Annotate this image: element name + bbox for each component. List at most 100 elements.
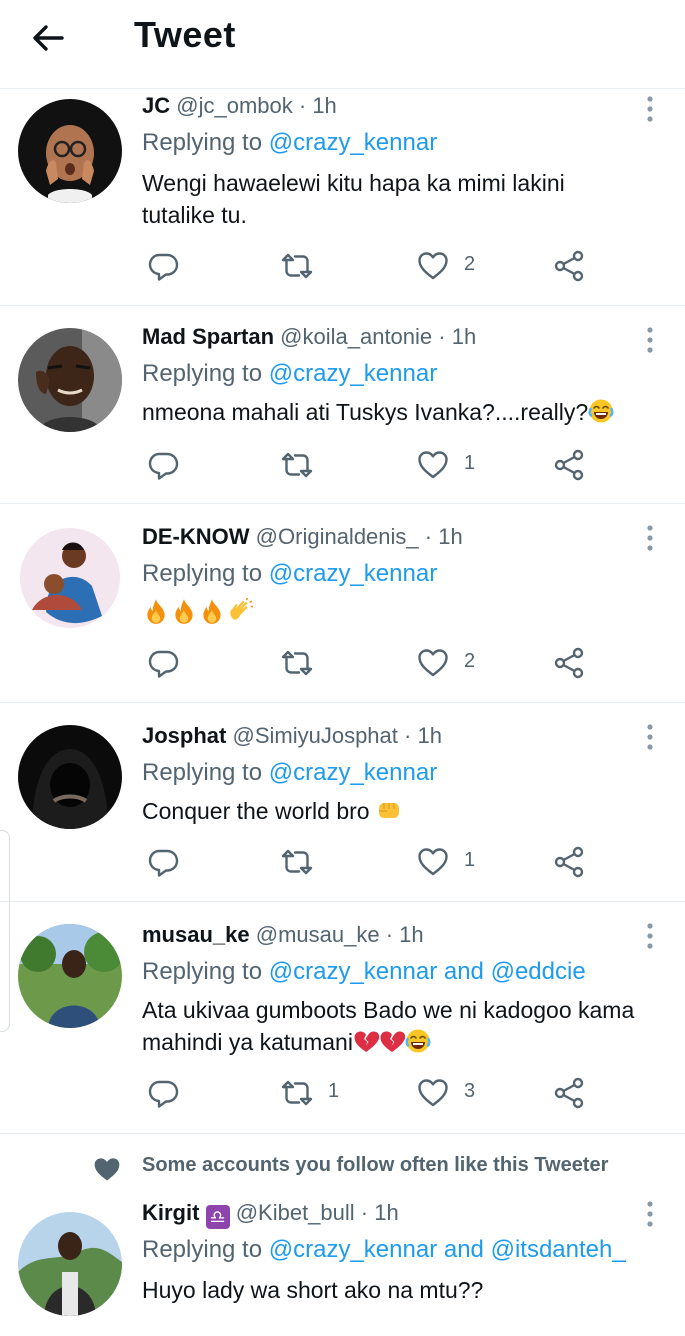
retweet-button[interactable] bbox=[280, 845, 360, 879]
mention-link[interactable]: @crazy_kennar bbox=[269, 958, 437, 985]
reply-tweet[interactable]: Mad Spartan @koila_antonie · 1h Replying… bbox=[0, 306, 685, 504]
mention-link[interactable]: @eddcie bbox=[491, 958, 586, 985]
mention-link[interactable]: @itsdanteh_ bbox=[491, 1236, 626, 1263]
broken-heart-emoji-icon bbox=[379, 1028, 405, 1054]
broken-heart-emoji-icon bbox=[353, 1028, 379, 1054]
tweet-text-line-2: mahindi ya katumani bbox=[142, 1026, 672, 1058]
tweet-text bbox=[142, 598, 662, 630]
more-vertical-icon bbox=[640, 1200, 660, 1228]
reply-icon bbox=[146, 448, 180, 482]
replying-to-line: Replying to @crazy_kennar bbox=[142, 560, 437, 588]
tweet-text-line: Ata ukivaa gumboots Bado we ni kadogoo k… bbox=[142, 997, 635, 1023]
more-options-button[interactable] bbox=[640, 723, 660, 751]
more-options-button[interactable] bbox=[640, 922, 660, 950]
like-button[interactable]: 1 bbox=[416, 845, 496, 879]
reply-button[interactable] bbox=[146, 646, 180, 680]
mention-link[interactable]: @crazy_kennar bbox=[269, 360, 437, 387]
display-name[interactable]: DE-KNOW bbox=[142, 524, 250, 549]
more-options-button[interactable] bbox=[640, 1200, 660, 1228]
fist-emoji-icon bbox=[376, 797, 402, 823]
tweet-text-content: nmeona mahali ati Tuskys Ivanka?....real… bbox=[142, 399, 589, 425]
like-button[interactable]: 3 bbox=[416, 1076, 496, 1110]
like-count: 2 bbox=[464, 253, 476, 275]
page-title: Tweet bbox=[134, 14, 236, 55]
share-icon bbox=[552, 1076, 586, 1110]
back-button[interactable] bbox=[28, 18, 72, 58]
tweet-text-line: mahindi ya katumani bbox=[142, 1029, 353, 1055]
reply-icon bbox=[146, 1076, 180, 1110]
display-name[interactable]: Josphat bbox=[142, 723, 226, 748]
like-count: 1 bbox=[464, 452, 476, 474]
mention-link[interactable]: @crazy_kennar bbox=[269, 129, 437, 156]
share-button[interactable] bbox=[552, 845, 586, 879]
mention-link[interactable]: @crazy_kennar bbox=[269, 1236, 437, 1263]
replying-to-label: Replying to bbox=[142, 129, 263, 156]
more-vertical-icon bbox=[640, 524, 660, 552]
more-vertical-icon bbox=[640, 922, 660, 950]
like-button[interactable]: 1 bbox=[416, 448, 496, 482]
timestamp: · 1h bbox=[360, 1200, 399, 1225]
side-panel-edge[interactable] bbox=[0, 830, 10, 1032]
mention-conjunction: and bbox=[443, 1236, 484, 1263]
more-options-button[interactable] bbox=[640, 326, 660, 354]
like-icon bbox=[416, 646, 450, 680]
more-vertical-icon bbox=[640, 326, 660, 354]
avatar[interactable] bbox=[18, 328, 122, 432]
replying-to-line: Replying to @crazy_kennar bbox=[142, 360, 437, 388]
fire-emoji-icon bbox=[142, 598, 170, 626]
avatar[interactable] bbox=[18, 526, 122, 630]
like-count: 1 bbox=[464, 849, 476, 871]
more-options-button[interactable] bbox=[640, 95, 660, 123]
top-app-bar: Tweet bbox=[0, 0, 685, 89]
share-button[interactable] bbox=[552, 249, 586, 283]
timestamp: · 1h bbox=[385, 922, 424, 947]
share-button[interactable] bbox=[552, 1076, 586, 1110]
more-vertical-icon bbox=[640, 95, 660, 123]
retweet-icon bbox=[280, 1076, 314, 1110]
mention-link[interactable]: @crazy_kennar bbox=[269, 560, 437, 587]
display-name[interactable]: JC bbox=[142, 93, 170, 118]
username: @koila_antonie bbox=[280, 324, 433, 349]
reply-tweet[interactable]: DE-KNOW @Originaldenis_ · 1h Replying to… bbox=[0, 504, 685, 703]
tweet-text: nmeona mahali ati Tuskys Ivanka?....real… bbox=[142, 396, 662, 428]
timestamp: · 1h bbox=[404, 723, 442, 748]
more-options-button[interactable] bbox=[640, 524, 660, 552]
like-icon bbox=[416, 448, 450, 482]
retweet-button[interactable]: 1 bbox=[280, 1076, 360, 1110]
display-name[interactable]: Mad Spartan bbox=[142, 324, 274, 349]
share-button[interactable] bbox=[552, 646, 586, 680]
reply-tweet[interactable]: Josphat @SimiyuJosphat · 1h Replying to … bbox=[0, 703, 685, 902]
retweet-count: 1 bbox=[328, 1080, 340, 1102]
tweet-text-line: tutalike tu. bbox=[142, 202, 247, 228]
fire-emoji-icon bbox=[198, 598, 226, 626]
replying-to-label: Replying to bbox=[142, 759, 263, 786]
reply-button[interactable] bbox=[146, 1076, 180, 1110]
display-name[interactable]: Kirgit bbox=[142, 1200, 199, 1225]
retweet-button[interactable] bbox=[280, 249, 360, 283]
share-button[interactable] bbox=[552, 448, 586, 482]
reply-tweet[interactable]: musau_ke @musau_ke · 1h Replying to @cra… bbox=[0, 902, 685, 1134]
timestamp: · 1h bbox=[438, 324, 477, 349]
avatar[interactable] bbox=[18, 99, 122, 203]
retweet-button[interactable] bbox=[280, 646, 360, 680]
reply-button[interactable] bbox=[146, 845, 180, 879]
reply-tweet[interactable]: JC @jc_ombok · 1h Replying to @crazy_ken… bbox=[0, 89, 685, 306]
avatar[interactable] bbox=[18, 924, 122, 1028]
like-button[interactable]: 2 bbox=[416, 249, 496, 283]
username: @musau_ke bbox=[255, 922, 380, 947]
tweet-text: Conquer the world bro bbox=[142, 795, 662, 827]
display-name[interactable]: musau_ke bbox=[142, 922, 250, 947]
avatar[interactable] bbox=[18, 725, 122, 829]
mention-link[interactable]: @crazy_kennar bbox=[269, 759, 437, 786]
reply-tweet[interactable]: Kirgit ♎ @Kibet_bull · 1h Replying to @c… bbox=[0, 1194, 685, 1336]
timestamp: · 1h bbox=[424, 524, 463, 549]
replying-to-line: Replying to @crazy_kennar and @itsdanteh… bbox=[142, 1236, 626, 1264]
retweet-button[interactable] bbox=[280, 448, 360, 482]
like-button[interactable]: 2 bbox=[416, 646, 496, 680]
like-count: 3 bbox=[464, 1080, 476, 1102]
reply-button[interactable] bbox=[146, 448, 180, 482]
avatar[interactable] bbox=[18, 1212, 122, 1316]
clapping-hands-emoji-icon bbox=[226, 598, 254, 626]
reply-button[interactable] bbox=[146, 249, 180, 283]
reply-icon bbox=[146, 845, 180, 879]
